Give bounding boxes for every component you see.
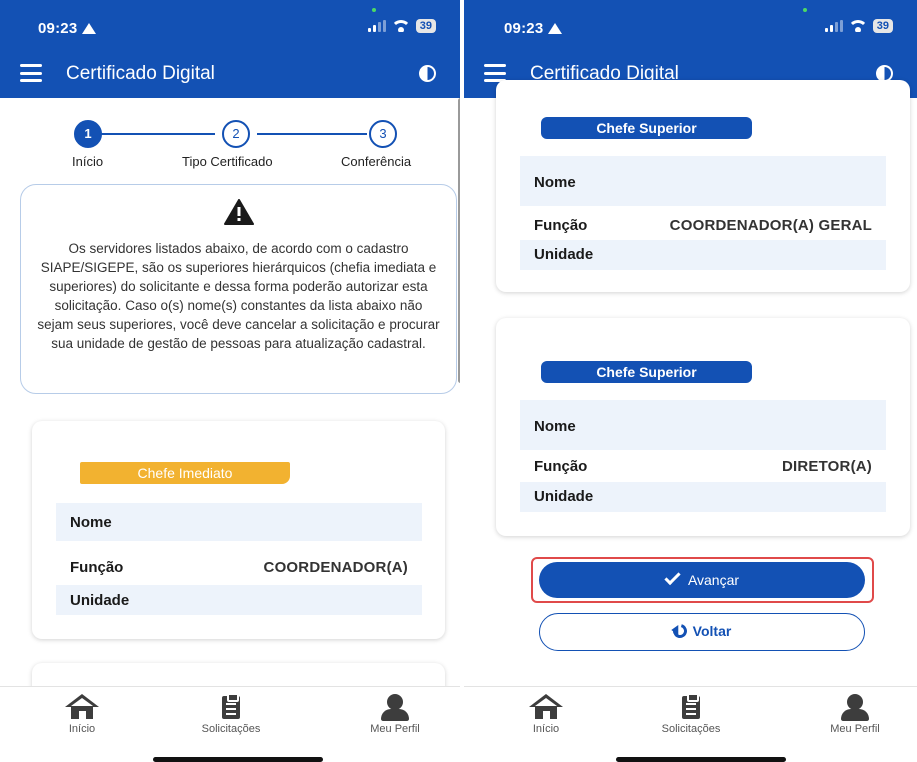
nav-inicio[interactable]: Início [37, 694, 127, 735]
status-bar: 09:23 39 [464, 0, 917, 50]
check-icon [664, 568, 681, 586]
status-time: 09:23 [504, 20, 544, 37]
battery-icon: 39 [415, 19, 436, 33]
step-2-label: Tipo Certificado [182, 154, 273, 169]
nav-label: Solicitações [661, 723, 721, 735]
location-icon [548, 23, 563, 34]
nav-meu-perfil[interactable]: Meu Perfil [350, 694, 440, 735]
screen-right: 09:23 39 Certificado Digital Chefe Super… [464, 0, 917, 762]
row-label: Nome [70, 514, 112, 531]
chefe-imediato-badge: Chefe Imediato [80, 462, 290, 484]
chefe-superior-badge: Chefe Superior [541, 117, 752, 139]
user-icon [350, 694, 440, 721]
status-icons: 39 [367, 19, 436, 33]
home-indicator[interactable] [616, 757, 786, 762]
home-indicator[interactable] [153, 757, 323, 762]
row-label: Nome [534, 418, 576, 435]
info-row-funcao: Função DIRETOR(A) [520, 454, 886, 480]
nav-label: Meu Perfil [370, 723, 420, 735]
nav-meu-perfil[interactable]: Meu Perfil [810, 694, 900, 735]
step-connector [257, 133, 367, 135]
user-icon [810, 694, 900, 721]
signal-icon [824, 20, 843, 32]
chefe-imediato-card: Chefe Imediato Nome Função COORDENADOR(A… [32, 421, 445, 639]
chefe-superior-card-1: Chefe Superior Nome Função COORDENADOR(A… [496, 80, 910, 292]
menu-icon[interactable] [20, 64, 42, 82]
row-label: Função [70, 559, 124, 576]
step-1-circle[interactable]: 1 [74, 120, 102, 148]
signal-icon [367, 20, 386, 32]
info-row-nome: Nome [520, 156, 886, 206]
step-1-label: Início [72, 154, 104, 169]
status-bar: 09:23 39 [0, 0, 460, 50]
nav-label: Início [532, 723, 560, 735]
info-row-nome: Nome [520, 400, 886, 450]
row-label: Função [534, 458, 588, 475]
nav-label: Solicitações [201, 723, 261, 735]
notice-text: Os servidores listados abaixo, de acordo… [37, 241, 440, 351]
step-3-label: Conferência [341, 154, 412, 169]
step-connector [98, 133, 215, 135]
stepper: 1 2 3 Início Tipo Certificado Conferênci… [30, 118, 440, 178]
battery-icon: 39 [872, 19, 893, 33]
bottom-nav: Início Solicitações Meu Perfil [464, 686, 917, 742]
info-row-nome: Nome [56, 503, 422, 541]
step-2-circle[interactable]: 2 [222, 120, 250, 148]
clipboard-icon [646, 693, 736, 720]
privacy-indicator [372, 8, 376, 12]
status-time: 09:23 [38, 20, 78, 37]
nav-label: Início [68, 723, 96, 735]
back-button[interactable]: Voltar [539, 613, 865, 651]
wifi-icon [849, 20, 866, 32]
home-icon [37, 694, 127, 720]
row-label: Unidade [534, 246, 594, 263]
status-icons: 39 [824, 19, 893, 33]
row-label: Nome [534, 174, 576, 191]
advance-button[interactable]: Avançar [539, 562, 865, 598]
nav-solicitacoes[interactable]: Solicitações [646, 693, 736, 735]
nav-label: Meu Perfil [830, 723, 880, 735]
wifi-icon [392, 20, 409, 32]
status-time-group: 09:23 [504, 20, 563, 37]
advance-label: Avançar [687, 572, 740, 588]
chefe-superior-badge: Chefe Superior [541, 361, 752, 383]
row-label: Função [534, 217, 588, 234]
home-icon [501, 694, 591, 720]
back-label: Voltar [692, 623, 732, 639]
notice-box: Os servidores listados abaixo, de acordo… [20, 184, 457, 394]
undo-icon [670, 621, 690, 641]
nav-inicio[interactable]: Início [501, 694, 591, 735]
screen-left: 09:23 39 Certificado Digital 1 2 3 Iníci… [0, 0, 460, 762]
row-value: DIRETOR(A) [781, 458, 872, 475]
app-bar: Certificado Digital [0, 50, 460, 98]
status-time-group: 09:23 [38, 20, 97, 37]
info-row-unidade: Unidade [520, 482, 886, 512]
step-3-circle[interactable]: 3 [369, 120, 397, 148]
privacy-indicator [803, 8, 807, 12]
row-label: Unidade [534, 488, 594, 505]
scrollbar[interactable] [458, 98, 460, 383]
chefe-superior-card-2: Chefe Superior Nome Função DIRETOR(A) Un… [496, 318, 910, 536]
contrast-toggle-icon[interactable] [419, 65, 436, 82]
warning-icon [223, 199, 254, 225]
row-value: COORDENADOR(A) GERAL [669, 217, 872, 234]
bottom-nav: Início Solicitações Meu Perfil [0, 686, 460, 742]
row-value: COORDENADOR(A) [263, 559, 408, 576]
row-label: Unidade [70, 592, 130, 609]
info-row-funcao: Função COORDENADOR(A) GERAL [520, 212, 886, 238]
clipboard-icon [186, 693, 276, 720]
nav-solicitacoes[interactable]: Solicitações [186, 693, 276, 735]
info-row-unidade: Unidade [56, 585, 422, 615]
info-row-unidade: Unidade [520, 240, 886, 270]
location-icon [82, 23, 97, 34]
info-row-funcao: Função COORDENADOR(A) [56, 553, 422, 579]
app-title: Certificado Digital [66, 63, 215, 84]
